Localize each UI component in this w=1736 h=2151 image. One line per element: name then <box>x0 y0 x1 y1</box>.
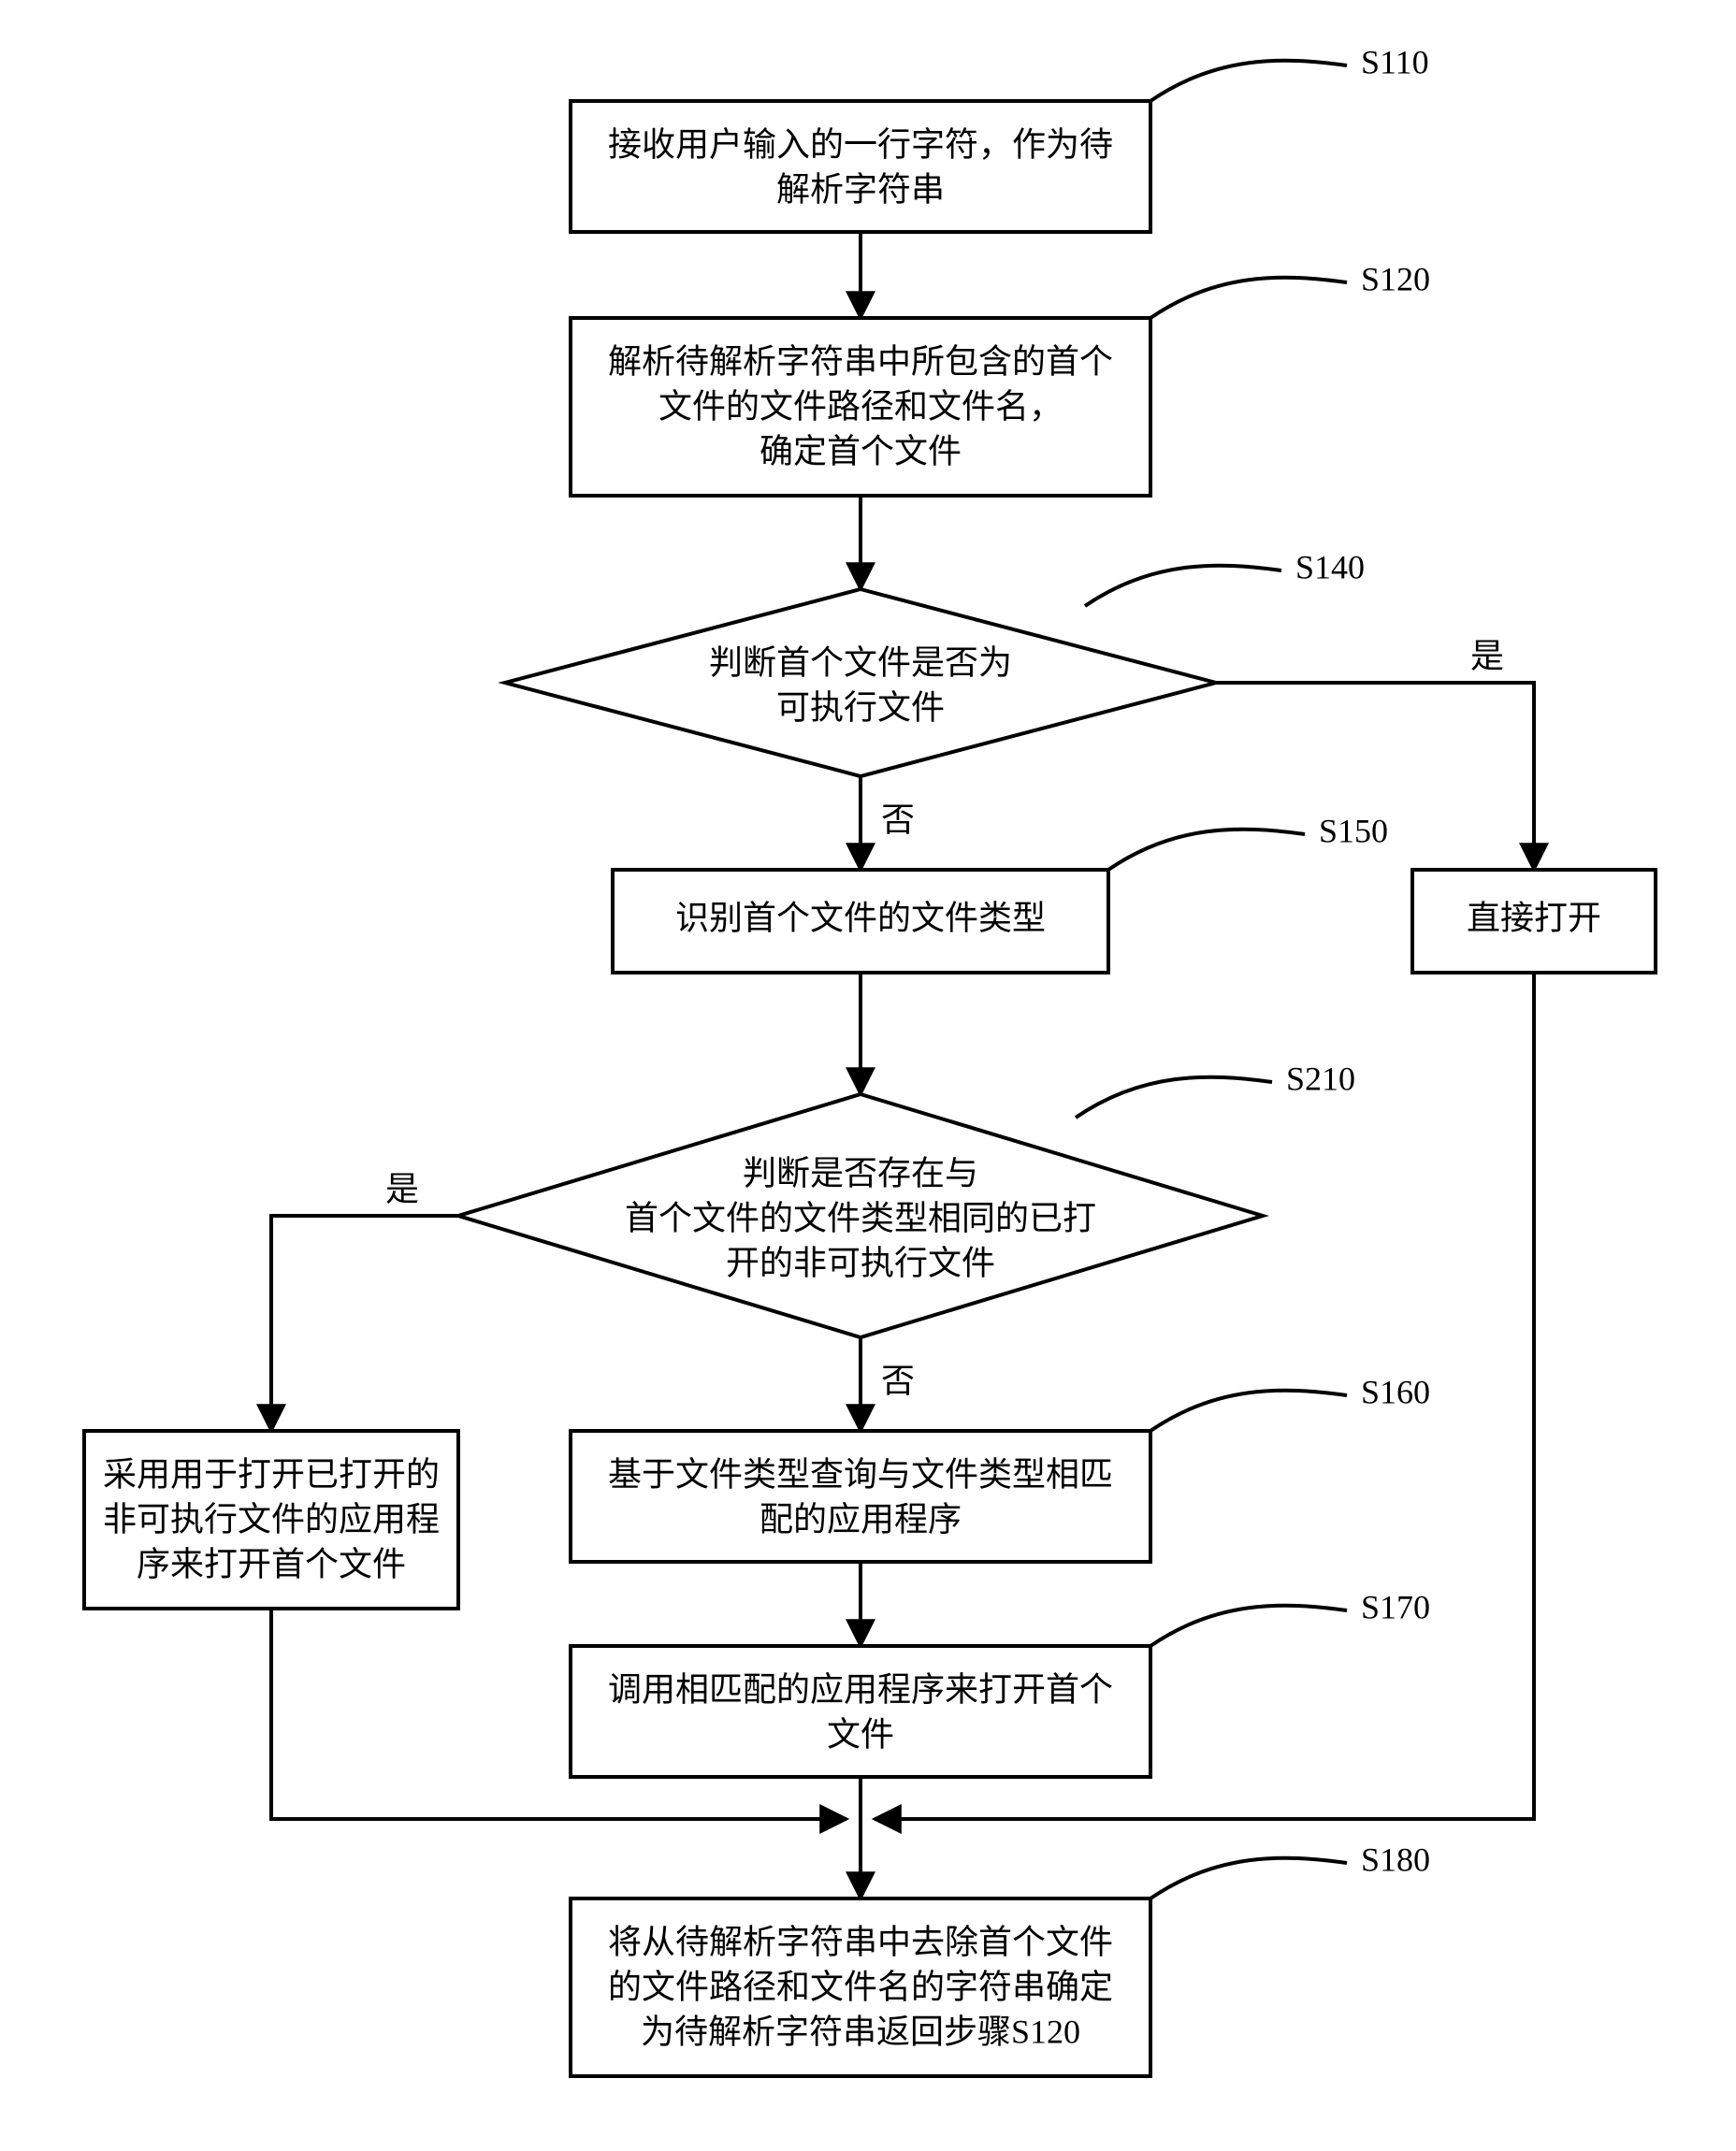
step-s110-line2: 解析字符串 <box>776 170 945 208</box>
step-open-direct: 直接打开 <box>1412 870 1656 973</box>
step-s160-line1: 基于文件类型查询与文件类型相匹 <box>608 1455 1113 1493</box>
step-open-direct-line1: 直接打开 <box>1467 899 1601 936</box>
step-s120-line2: 文件的文件路径和文件名， <box>658 387 1063 425</box>
step-s170: 调用相匹配的应用程序来打开首个 文件 <box>571 1646 1150 1777</box>
label-s110-text: S110 <box>1361 43 1429 80</box>
edge-s210-no-label: 否 <box>881 1362 915 1399</box>
step-s120-line1: 解析待解析字符串中所包含的首个 <box>608 342 1113 380</box>
decision-s210-line3: 开的非可执行文件 <box>726 1244 995 1281</box>
step-label-s180: S180 <box>1150 1841 1430 1898</box>
step-label-s120: S120 <box>1150 260 1430 318</box>
label-s140-text: S140 <box>1295 548 1365 585</box>
decision-s210-line2: 首个文件的文件类型相同的已打 <box>625 1199 1096 1236</box>
step-s110-line1: 接收用户输入的一行字符，作为待 <box>608 125 1113 163</box>
step-s170-line2: 文件 <box>827 1715 894 1753</box>
step-s180: 将从待解析字符串中去除首个文件 的文件路径和文件名的字符串确定 为待解析字符串返… <box>571 1898 1150 2076</box>
step-s110: 接收用户输入的一行字符，作为待 解析字符串 <box>571 101 1150 232</box>
step-label-s150: S150 <box>1108 812 1388 870</box>
edge-s210-yes-label: 是 <box>385 1170 419 1207</box>
label-s170-text: S170 <box>1361 1588 1430 1625</box>
step-label-s210: S210 <box>1076 1060 1355 1118</box>
edge-s140-no-label: 否 <box>881 801 915 838</box>
label-s120-text: S120 <box>1361 260 1430 297</box>
step-s160: 基于文件类型查询与文件类型相匹 配的应用程序 <box>571 1431 1150 1562</box>
step-label-s140: S140 <box>1085 548 1365 606</box>
step-s120: 解析待解析字符串中所包含的首个 文件的文件路径和文件名， 确定首个文件 <box>571 318 1150 496</box>
step-s180-line1: 将从待解析字符串中去除首个文件 <box>608 1923 1113 1960</box>
step-label-s110: S110 <box>1150 43 1429 101</box>
decision-s210-line1: 判断是否存在与 <box>743 1154 978 1191</box>
step-s150: 识别首个文件的文件类型 <box>613 870 1108 973</box>
decision-s140-line2: 可执行文件 <box>776 688 945 726</box>
step-s180-line2: 的文件路径和文件名的字符串确定 <box>608 1968 1113 2005</box>
label-s180-text: S180 <box>1361 1841 1430 1878</box>
step-s160-line2: 配的应用程序 <box>760 1500 962 1537</box>
label-s160-text: S160 <box>1361 1373 1430 1410</box>
arrow-s210-useopened <box>271 1216 458 1431</box>
step-use-opened-line2: 非可执行文件的应用程 <box>103 1500 440 1537</box>
step-label-s160: S160 <box>1150 1373 1430 1431</box>
step-label-s170: S170 <box>1150 1588 1430 1646</box>
step-s150-line1: 识别首个文件的文件类型 <box>675 899 1046 936</box>
edge-s140-yes-label: 是 <box>1470 637 1504 674</box>
label-s210-text: S210 <box>1286 1060 1355 1097</box>
step-use-opened: 采用用于打开已打开的 非可执行文件的应用程 序来打开首个文件 <box>84 1431 458 1609</box>
step-s170-line1: 调用相匹配的应用程序来打开首个 <box>608 1670 1113 1708</box>
step-s120-line3: 确定首个文件 <box>760 432 962 469</box>
step-use-opened-line3: 序来打开首个文件 <box>137 1545 406 1582</box>
decision-s140: 判断首个文件是否为 可执行文件 <box>505 589 1216 776</box>
decision-s140-line1: 判断首个文件是否为 <box>709 643 1012 681</box>
decision-s210: 判断是否存在与 首个文件的文件类型相同的已打 开的非可执行文件 <box>458 1094 1263 1337</box>
step-s180-line3: 为待解析字符串返回步骤S120 <box>641 2013 1080 2050</box>
label-s150-text: S150 <box>1319 812 1388 849</box>
step-use-opened-line1: 采用用于打开已打开的 <box>103 1455 440 1493</box>
